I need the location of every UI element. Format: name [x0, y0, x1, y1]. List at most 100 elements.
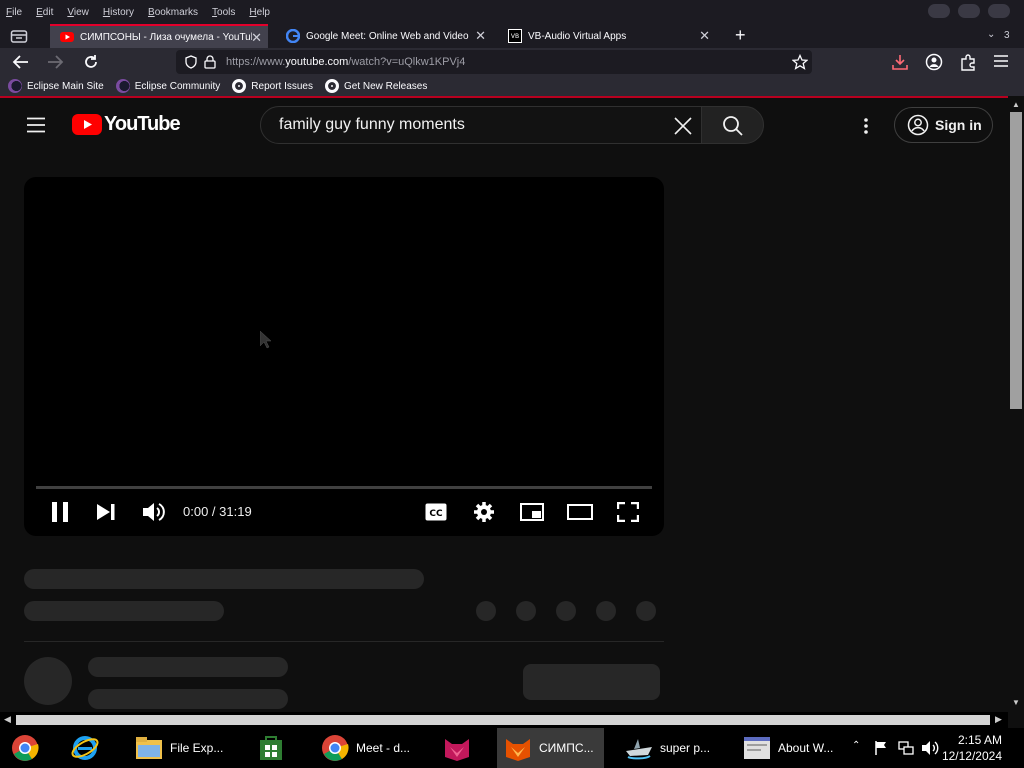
bookmark-eclipse-community[interactable]: Eclipse Community: [115, 79, 220, 93]
show-hidden-icons-chevron-icon[interactable]: ⌃: [852, 740, 860, 751]
taskbar-about-windows[interactable]: About W...: [736, 728, 842, 768]
mouse-cursor-icon: [260, 331, 272, 349]
bookmark-eclipse-main-site[interactable]: Eclipse Main Site: [8, 79, 104, 93]
taskbar-cat-app[interactable]: [436, 728, 482, 768]
action-placeholder: [596, 601, 616, 621]
speaker-icon[interactable]: [921, 740, 939, 756]
taskbar-super-p[interactable]: super p...: [618, 728, 722, 768]
taskbar-meet-chrome[interactable]: Meet - d...: [314, 728, 414, 768]
taskbar-firefox-active[interactable]: СИМПС...: [497, 728, 604, 768]
taskbar-file-explorer[interactable]: File Exp...: [128, 728, 228, 768]
github-icon: [325, 79, 339, 93]
bookmarks-bar: Eclipse Main Site Eclipse Community Repo…: [0, 76, 1024, 96]
minimize-button[interactable]: [928, 4, 950, 18]
guide-menu-icon[interactable]: [27, 117, 47, 133]
taskbar-store[interactable]: [250, 728, 296, 768]
google-icon: [286, 29, 300, 43]
bookmark-star-icon[interactable]: [792, 54, 808, 70]
youtube-page: YouTube family guy funny moments Sign in…: [0, 98, 1008, 712]
horizontal-scrollbar[interactable]: ◀ ▶: [0, 712, 1008, 728]
back-arrow-icon[interactable]: [12, 54, 30, 70]
scroll-left-icon[interactable]: ◀: [4, 714, 11, 725]
video-player[interactable]: 0:00 / 31:19 CC: [24, 177, 664, 536]
flag-icon[interactable]: [874, 740, 888, 756]
search-button[interactable]: [701, 106, 764, 144]
volume-icon[interactable]: [142, 501, 166, 523]
close-window-button[interactable]: [988, 4, 1010, 18]
bookmark-get-new-releases[interactable]: Get New Releases: [325, 79, 427, 93]
tab-youtube[interactable]: СИМПСОНЫ - Лиза очумела - YouTul ✕: [50, 24, 268, 48]
store-icon: [260, 736, 282, 760]
account-icon[interactable]: [925, 53, 943, 71]
scroll-up-icon[interactable]: ▲: [1012, 100, 1020, 109]
tab-vb-audio[interactable]: VB VB-Audio Virtual Apps ✕: [498, 24, 716, 48]
scroll-right-icon[interactable]: ▶: [995, 714, 1002, 725]
network-icon[interactable]: [898, 740, 914, 756]
close-tab-icon[interactable]: ✕: [475, 28, 486, 44]
tab-overflow-chevron-icon[interactable]: ⌄: [987, 29, 995, 40]
menu-tools[interactable]: Tools: [212, 7, 235, 18]
tab-list-icon[interactable]: [10, 28, 28, 44]
scroll-down-icon[interactable]: ▼: [1012, 698, 1020, 707]
taskbar: File Exp... Meet - d... СИМПС... super p…: [0, 728, 1024, 768]
miniplayer-icon[interactable]: [520, 503, 544, 521]
hamburger-menu-icon[interactable]: [993, 54, 1009, 68]
forward-arrow-icon[interactable]: [46, 54, 64, 70]
menu-bookmarks[interactable]: Bookmarks: [148, 7, 198, 18]
taskbar-chrome[interactable]: [4, 728, 50, 768]
menu-history[interactable]: History: [103, 7, 134, 18]
chrome-icon: [12, 735, 39, 761]
chrome-icon: [322, 735, 349, 761]
clock-time: 2:15 AM: [957, 733, 1002, 747]
divider: [24, 641, 664, 642]
address-bar[interactable]: https://www.youtube.com/watch?v=uQlkw1KP…: [176, 50, 812, 74]
pause-icon[interactable]: [51, 501, 69, 523]
progress-bar[interactable]: [36, 486, 652, 489]
system-clock[interactable]: 2:15 AM 12/12/2024: [942, 732, 1002, 764]
menu-bar: File Edit View History Bookmarks Tools H…: [0, 0, 1024, 24]
search-icon: [723, 116, 743, 136]
sign-in-button[interactable]: Sign in: [894, 107, 993, 143]
next-video-icon[interactable]: [96, 503, 116, 521]
internet-explorer-icon: [71, 736, 99, 760]
scrollbar-thumb[interactable]: [1010, 112, 1022, 409]
svg-text:CC: CC: [429, 509, 443, 519]
taskbar-internet-explorer[interactable]: [64, 728, 110, 768]
theater-mode-icon[interactable]: [567, 504, 593, 520]
svg-text:VB: VB: [511, 33, 519, 40]
action-placeholder: [636, 601, 656, 621]
menu-view[interactable]: View: [67, 7, 89, 18]
subtitles-icon[interactable]: CC: [425, 503, 447, 521]
extensions-icon[interactable]: [959, 53, 977, 71]
menu-help[interactable]: Help: [249, 7, 270, 18]
lock-icon[interactable]: [204, 55, 216, 69]
download-icon[interactable]: [891, 53, 909, 71]
tab-title: СИМПСОНЫ - Лиза очумела - YouTul: [80, 31, 252, 43]
shield-icon[interactable]: [184, 55, 198, 69]
github-icon: [232, 79, 247, 93]
close-tab-icon[interactable]: ✕: [699, 28, 710, 44]
new-tab-icon[interactable]: +: [735, 25, 746, 46]
title-placeholder: [24, 569, 424, 589]
menu-edit[interactable]: Edit: [36, 7, 53, 18]
fullscreen-icon[interactable]: [617, 502, 639, 522]
scrollbar-thumb[interactable]: [16, 715, 990, 725]
more-options-icon[interactable]: [863, 117, 869, 135]
menu-file[interactable]: File: [6, 7, 22, 18]
time-display: 0:00 / 31:19: [183, 504, 252, 519]
avatar-placeholder: [24, 657, 72, 705]
vertical-scrollbar[interactable]: ▲ ▼: [1008, 98, 1024, 712]
subscribe-placeholder: [523, 664, 660, 700]
youtube-logo[interactable]: YouTube: [72, 113, 181, 136]
tab-count: 3: [1004, 30, 1010, 41]
tab-google-meet[interactable]: Google Meet: Online Web and Video ✕: [276, 24, 492, 48]
clear-search-icon[interactable]: [673, 116, 693, 136]
reload-icon[interactable]: [82, 53, 100, 71]
maximize-button[interactable]: [958, 4, 980, 18]
bookmark-report-issues[interactable]: Report Issues: [232, 79, 313, 93]
settings-gear-icon[interactable]: [473, 501, 495, 523]
action-placeholder: [556, 601, 576, 621]
vb-audio-icon: VB: [508, 29, 522, 43]
search-input[interactable]: family guy funny moments: [260, 106, 702, 144]
close-tab-icon[interactable]: ✕: [251, 30, 262, 46]
